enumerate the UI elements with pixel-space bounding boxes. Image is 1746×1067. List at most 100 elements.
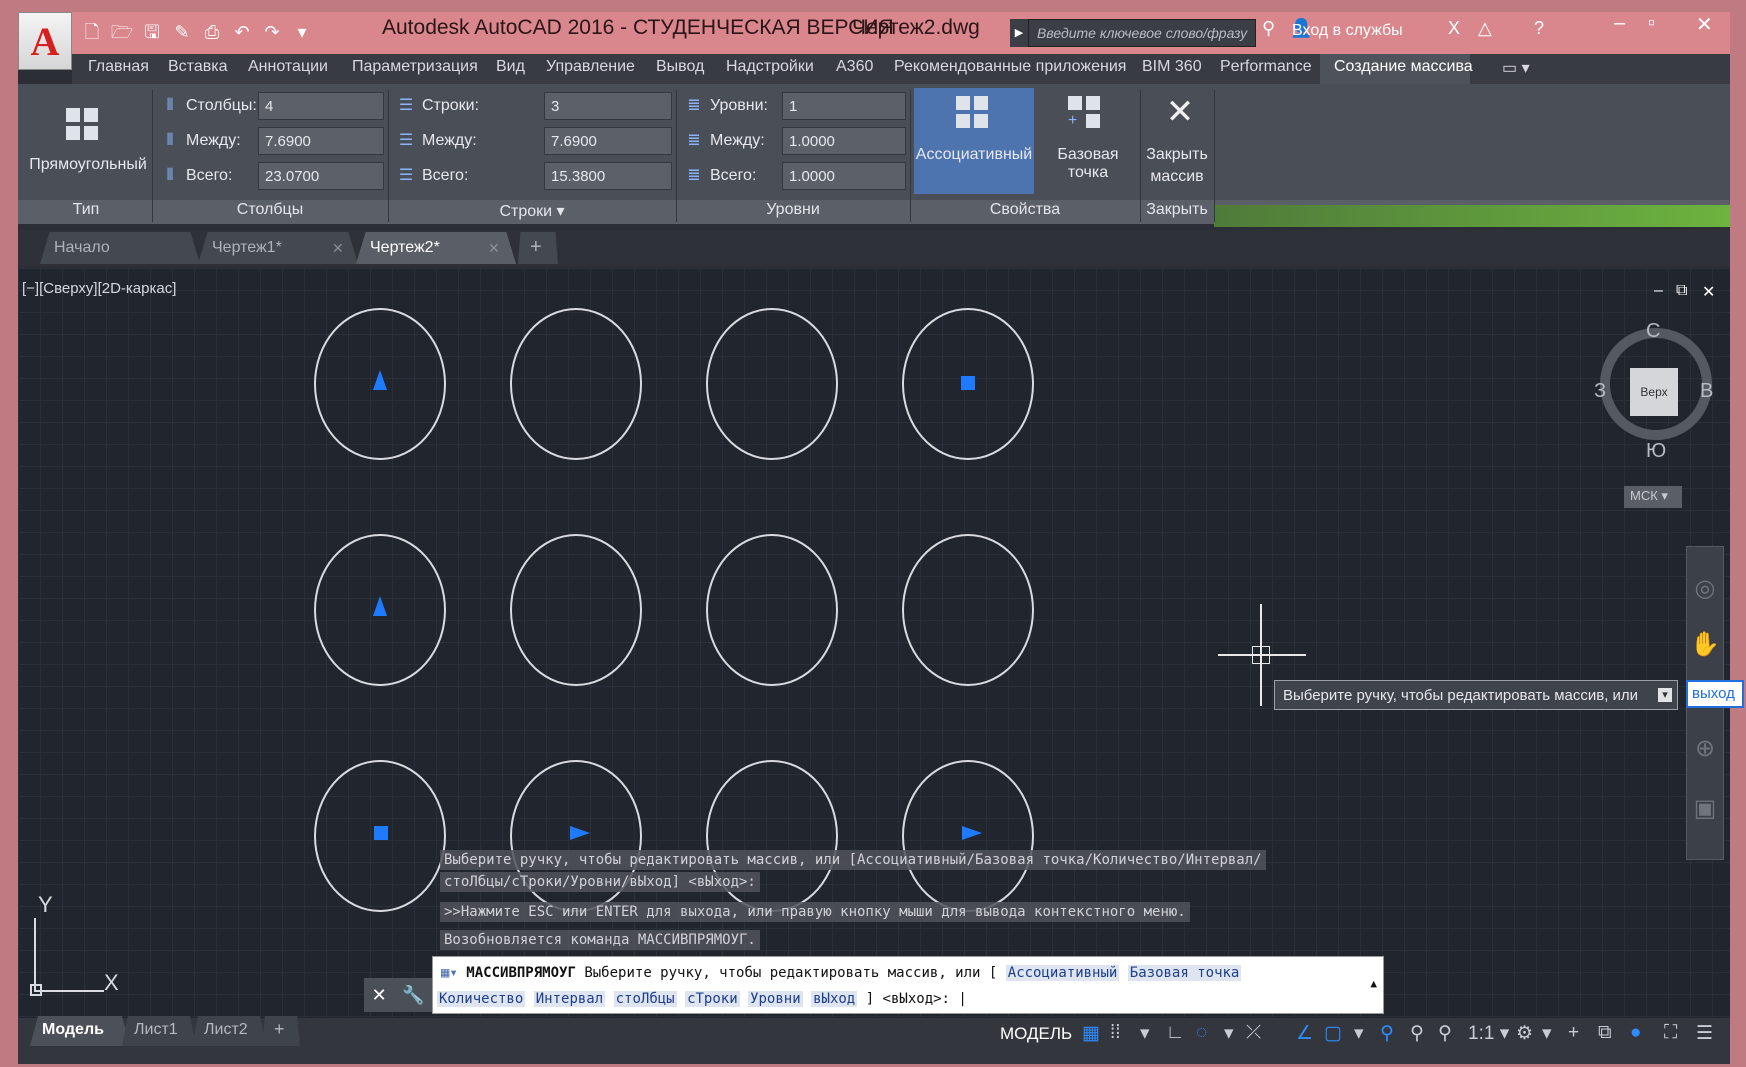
tab-array-creation[interactable]: Создание массива [1334,58,1473,76]
signin-button[interactable]: Вход в службы [1292,22,1403,40]
tab-output[interactable]: Вывод [656,58,704,76]
redo-icon[interactable]: ↷ [260,20,284,44]
doc-tab-start[interactable]: Начало [40,232,200,264]
compass-south[interactable]: Ю [1646,440,1666,463]
viewport-minimize-icon[interactable]: – [1654,282,1663,300]
tab-parametric[interactable]: Параметризация [352,58,478,76]
viewcube-top-face[interactable]: Верх [1630,368,1678,416]
workspace-gear-icon[interactable]: ⚙ [1516,1022,1533,1045]
tab-bim360[interactable]: BIM 360 [1142,58,1202,76]
annotation-scale-icon[interactable]: ⚲ [1438,1022,1452,1045]
object-snap-tracking-icon[interactable]: ∠ [1296,1022,1313,1045]
polar-dropdown-icon[interactable]: ▾ [1224,1022,1234,1045]
showmotion-icon[interactable]: ▣ [1687,794,1723,823]
save-icon[interactable]: 🖫 [140,20,164,44]
tab-performance[interactable]: Performance [1220,58,1312,76]
total-columns-grip[interactable] [962,826,982,840]
option-rows[interactable]: сТроки [685,991,740,1007]
search-expand-icon[interactable]: ▶ [1010,19,1028,47]
save-as-icon[interactable]: ✎ [170,20,194,44]
exchange-icon[interactable]: X [1448,18,1460,39]
orbit-icon[interactable]: ⊕ [1687,734,1723,763]
row-count-grip[interactable] [373,596,387,616]
column-spacing-grip[interactable] [570,826,590,840]
columns-count-field[interactable]: 4 [258,92,384,120]
panel-toggle-icon[interactable]: ▭ ▾ [1502,58,1530,78]
workspace-dropdown-icon[interactable]: ▾ [1542,1022,1552,1045]
annotation-visibility-icon[interactable]: ⚲ [1380,1022,1394,1045]
dynamic-input-options-icon[interactable]: ▾ [1658,688,1672,702]
array-circle[interactable] [510,308,642,460]
array-circle[interactable] [902,534,1034,686]
option-exit[interactable]: вЫход [811,991,858,1007]
osnap-dropdown-icon[interactable]: ▾ [1354,1022,1364,1045]
option-columns[interactable]: стоЛбцы [613,991,677,1007]
binoculars-icon[interactable]: ⚲ [1262,18,1275,39]
isolate-objects-icon[interactable]: ● [1630,1022,1641,1044]
close-tab-icon[interactable]: ✕ [332,240,344,257]
tab-a360[interactable]: A360 [836,58,873,76]
open-file-icon[interactable]: 🗁 [110,20,134,44]
levels-between-field[interactable]: 1.0000 [782,127,906,155]
layout-tab-model[interactable]: Модель [30,1016,130,1046]
close-window-icon[interactable]: ✕ [1696,12,1713,37]
tab-annotate[interactable]: Аннотации [248,58,328,76]
close-array-label-2[interactable]: массив [1140,168,1214,186]
tab-view[interactable]: Вид [496,58,525,76]
tab-featured-apps[interactable]: Рекомендованные приложения [894,58,1126,76]
help-icon[interactable]: ? [1534,18,1544,39]
compass-west[interactable]: З [1594,380,1606,403]
new-file-icon[interactable]: 🗋 [80,20,104,44]
viewport-controls-label[interactable]: [−][Сверху][2D-каркас] [22,280,176,297]
grid-icon[interactable]: ▦ [1082,1022,1100,1045]
units-icon[interactable]: ⧉ [1598,1022,1612,1044]
rectangular-array-icon[interactable] [66,108,98,140]
steering-wheel-icon[interactable]: ◎ [1687,574,1723,603]
minimize-icon[interactable]: – [1614,12,1625,35]
new-tab-icon[interactable]: + [518,232,558,264]
option-count[interactable]: Количество [437,991,526,1007]
tab-addins[interactable]: Надстройки [726,58,814,76]
close-array-label-1[interactable]: Закрыть [1140,146,1214,164]
object-snap-icon[interactable]: ▢ [1324,1022,1342,1045]
option-levels[interactable]: Уровни [748,991,803,1007]
columns-total-field[interactable]: 23.0700 [258,162,384,190]
rows-panel-title[interactable]: Строки ▾ [388,201,676,221]
snap-icon[interactable]: ⁞⁞ [1110,1022,1121,1044]
model-space-button[interactable]: МОДЕЛЬ [1000,1024,1072,1044]
tab-manage[interactable]: Управление [546,58,635,76]
history-expand-icon[interactable]: ▲ [1370,977,1377,990]
column-count-grip[interactable] [961,376,975,390]
array-circle[interactable] [706,308,838,460]
close-tab-icon[interactable]: ✕ [488,240,500,257]
levels-total-field[interactable]: 1.0000 [782,162,906,190]
layout-tab-sheet1[interactable]: Лист1 [122,1016,196,1046]
option-associative[interactable]: Ассоциативный [1005,965,1120,981]
base-point-label[interactable]: Базовая точка [1036,146,1140,182]
layout-tab-sheet2[interactable]: Лист2 [192,1016,266,1046]
new-layout-icon[interactable]: + [262,1016,300,1046]
compass-north[interactable]: С [1646,320,1660,343]
close-command-line-icon[interactable]: ✕ [372,985,387,1006]
viewport-restore-icon[interactable]: ⧉ [1676,282,1687,300]
ortho-icon[interactable]: ∟ [1166,1022,1185,1044]
search-input[interactable]: Введите ключевое слово/фразу [1028,19,1256,47]
levels-count-field[interactable]: 1 [782,92,906,120]
option-interval[interactable]: Интервал [533,991,606,1007]
columns-between-field[interactable]: 7.6900 [258,127,384,155]
undo-icon[interactable]: ↶ [230,20,254,44]
rows-between-field[interactable]: 7.6900 [544,127,672,155]
auto-scale-icon[interactable]: ⚲ [1410,1022,1424,1045]
base-point-grip[interactable] [374,826,388,840]
print-icon[interactable]: ⎙ [200,20,224,44]
rectangular-button-label[interactable]: Прямоугольный [26,156,150,174]
clean-screen-icon[interactable]: ⛶ [1664,1022,1677,1044]
pan-icon[interactable]: ✋ [1687,630,1723,659]
annotation-monitor-icon[interactable]: + [1568,1022,1579,1044]
array-circle[interactable] [510,534,642,686]
rows-total-field[interactable]: 15.3800 [544,162,672,190]
maximize-icon[interactable]: ▫ [1648,12,1655,35]
customization-menu-icon[interactable]: ☰ [1696,1022,1713,1045]
array-circle[interactable] [706,534,838,686]
snap-dropdown-icon[interactable]: ▾ [1140,1022,1150,1045]
